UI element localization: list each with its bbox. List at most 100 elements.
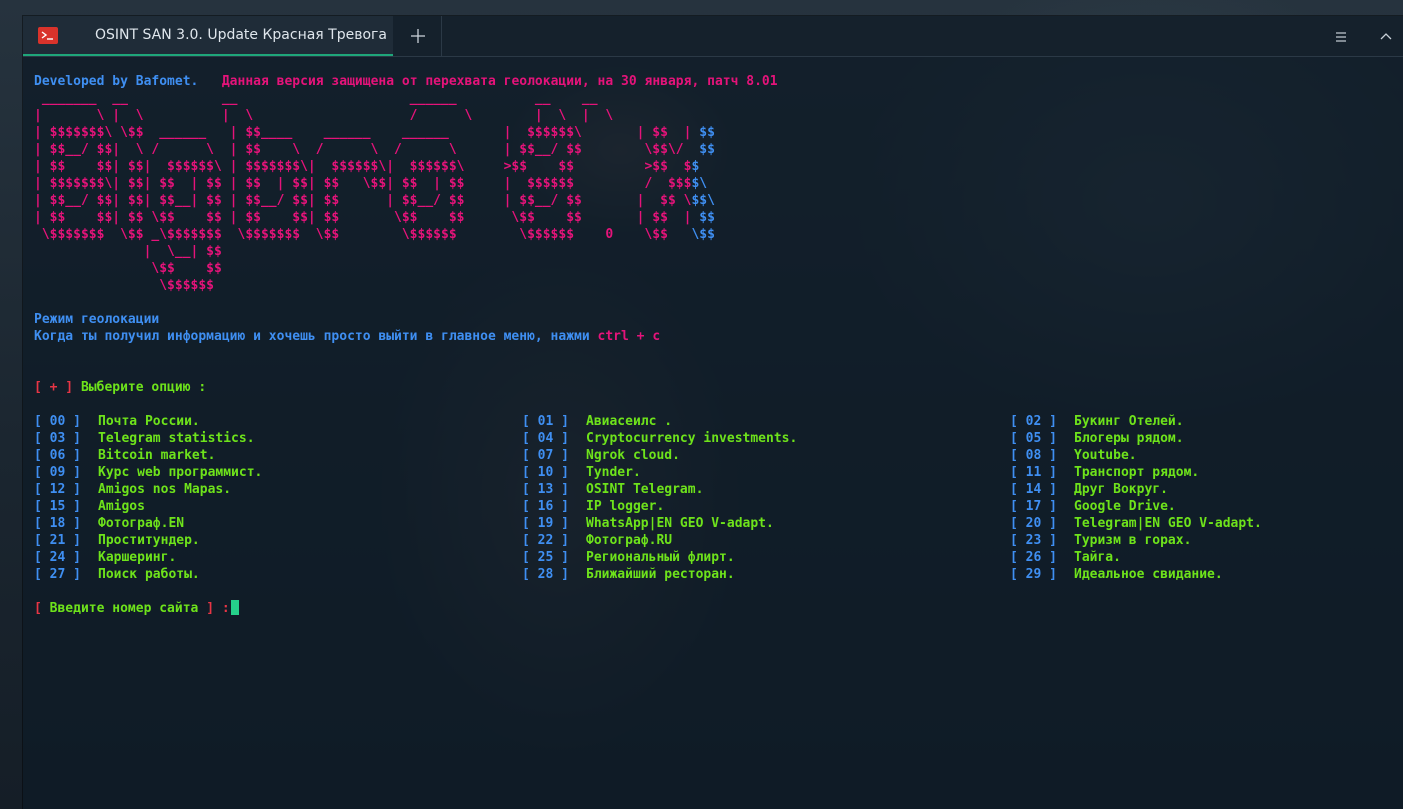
ascii-banner-row: \$$ $$ [34,260,221,277]
menu-option[interactable]: [ 02 ] Букинг Отелей. [1010,413,1184,430]
menu-option[interactable]: [ 22 ] Фотограф.RU [522,532,672,549]
option-label: Youtube. [1074,448,1137,463]
menu-option[interactable]: [ 19 ] WhatsApp|EN GEO V-adapt. [522,515,774,532]
menu-option[interactable]: [ 14 ] Друг Вокруг. [1010,481,1168,498]
menu-option[interactable]: [ 18 ] Фотограф.EN [34,515,184,532]
menu-option[interactable]: [ 10 ] Tynder. [522,464,641,481]
menu-option[interactable]: [ 01 ] Авиасеилс . [522,413,672,430]
option-label: Cryptocurrency investments. [586,431,798,446]
ascii-banner-row: \$$$$$$$ \$$ _\$$$$$$$ \$$$$$$$ \$$ \$$$… [34,226,715,243]
option-label: Фотограф.RU [586,533,673,548]
ascii-banner-segment: $$ [691,142,715,157]
option-number: [ 26 ] [1010,550,1057,565]
terminal-window: OSINT SAN 3.0. Update Красная Тревога De… [23,16,1403,809]
menu-option[interactable]: [ 13 ] OSINT Telegram. [522,481,703,498]
menu-option[interactable]: [ 15 ] Amigos [34,498,145,515]
option-label: Amigos nos Mapas. [98,482,232,497]
mode-title: Режим геолокации [34,312,160,327]
option-number: [ 28 ] [522,567,569,582]
menu-button[interactable] [1329,28,1353,46]
option-label: Ближайший ресторан. [586,567,735,582]
option-number: [ 04 ] [522,431,569,446]
menu-option[interactable]: [ 24 ] Каршеринг. [34,549,176,566]
option-number: [ 15 ] [34,499,81,514]
ascii-banner-segment: $$ [691,210,715,225]
option-number: [ 24 ] [34,550,81,565]
ascii-banner-row: | $$__/ $$| \ / \ | $$ \ / \ / \ | $$__/… [34,141,715,158]
ascii-banner-segment: | $$__/ $$| \ / \ | $$ \ / \ / \ | $$__/… [34,142,692,157]
ascii-banner-segment: _______ __ __ ______ __ __ [34,91,598,106]
option-label: Bitcoin market. [98,448,216,463]
hamburger-menu-icon [1336,32,1346,42]
menu-option[interactable]: [ 27 ] Поиск работы. [34,566,200,583]
option-label: Tynder. [586,465,641,480]
menu-option[interactable]: [ 20 ] Telegram|EN GEO V-adapt. [1010,515,1262,532]
developer-credit: Developed by Bafomet. [34,74,199,89]
option-number: [ 19 ] [522,516,569,531]
option-number: [ 09 ] [34,465,81,480]
option-number: [ 22 ] [522,533,569,548]
menu-option[interactable]: [ 28 ] Ближайший ресторан. [522,566,735,583]
menu-option[interactable]: [ 29 ] Идеальное свидание. [1010,566,1223,583]
menu-option[interactable]: [ 23 ] Туризм в горах. [1010,532,1191,549]
protection-notice: Данная версия защищена от перехвата геол… [221,74,778,89]
menu-option[interactable]: [ 03 ] Telegram statistics. [34,430,255,447]
terminal-output[interactable]: Developed by Bafomet. Данная версия защи… [34,70,1394,790]
menu-option[interactable]: [ 25 ] Региональный флирт. [522,549,735,566]
ascii-banner-row: \$$$$$$ [34,277,214,294]
ascii-banner-segment: | \ | \ | \ / \ | \ | \ [34,108,614,123]
option-number: [ 10 ] [522,465,569,480]
input-prompt-text: Введите номер сайта [49,601,199,616]
option-label: Почта России. [98,414,200,429]
tab-title: OSINT SAN 3.0. Update Красная Тревога [95,27,387,43]
option-number: [ 11 ] [1010,465,1057,480]
menu-option[interactable]: [ 11 ] Транспорт рядом. [1010,464,1199,481]
ascii-banner-row: | $$$$$$$\| $$| $$ | $$ | $$ | $$| $$ \$… [34,175,707,192]
menu-option[interactable]: [ 05 ] Блогеры рядом. [1010,430,1184,447]
menu-option[interactable]: [ 21 ] Проститундер. [34,532,200,549]
menu-option[interactable]: [ 09 ] Курс web программист. [34,464,262,481]
option-number: [ 05 ] [1010,431,1057,446]
ascii-banner-segment: | $$__/ $$| $$| $$__| $$ | $$__/ $$| $$ … [34,193,692,208]
text-cursor[interactable] [230,600,239,615]
ascii-banner-row: | $$$$$$$\ \$$ ______ | $$____ ______ __… [34,124,715,141]
new-tab-button[interactable] [395,16,442,56]
menu-option[interactable]: [ 26 ] Тайга. [1010,549,1121,566]
option-label: Блогеры рядом. [1074,431,1184,446]
option-label: Курс web программист. [98,465,263,480]
option-label: Туризм в горах. [1074,533,1192,548]
exit-hotkey: ctrl + c [597,329,661,344]
menu-option[interactable]: [ 00 ] Почта России. [34,413,200,430]
option-number: [ 14 ] [1010,482,1057,497]
menu-option[interactable]: [ 12 ] Amigos nos Mapas. [34,481,231,498]
menu-option[interactable]: [ 04 ] Cryptocurrency investments. [522,430,797,447]
ascii-banner-segment: | $$ $$| $$| $$$$$$\ | $$$$$$$\| $$$$$$\… [34,159,692,174]
input-prompt[interactable]: [ Введите номер сайта ] : [34,600,239,617]
ascii-banner-segment: | $$$$$$$\ \$$ ______ | $$____ ______ __… [34,125,692,140]
option-number: [ 02 ] [1010,414,1057,429]
menu-option[interactable]: [ 07 ] Ngrok cloud. [522,447,680,464]
option-prompt: [ + ] Выберите опцию : [34,379,206,396]
option-label: Региональный флирт. [586,550,735,565]
ascii-banner-segment: | \__| $$ [34,244,222,259]
option-number: [ 17 ] [1010,499,1057,514]
menu-option[interactable]: [ 17 ] Google Drive. [1010,498,1176,515]
ascii-banner-segment: $$\ [691,193,715,208]
title-bar: OSINT SAN 3.0. Update Красная Тревога [23,16,1403,57]
menu-option[interactable]: [ 16 ] IP logger. [522,498,664,515]
option-label: Ngrok cloud. [586,448,680,463]
terminal-tab[interactable]: OSINT SAN 3.0. Update Красная Тревога [23,16,393,56]
ascii-banner-segment: \$$ [691,227,715,242]
menu-option[interactable]: [ 08 ] Youtube. [1010,447,1137,464]
option-number: [ 12 ] [34,482,81,497]
ascii-banner-row: | $$__/ $$| $$| $$__| $$ | $$__/ $$| $$ … [34,192,715,209]
menu-option[interactable]: [ 06 ] Bitcoin market. [34,447,215,464]
terminal-icon [38,27,58,44]
collapse-button[interactable] [1375,28,1397,46]
option-number: [ 01 ] [522,414,569,429]
option-label: Транспорт рядом. [1074,465,1200,480]
option-number: [ 00 ] [34,414,81,429]
option-number: [ 20 ] [1010,516,1057,531]
ascii-banner-row: _______ __ __ ______ __ __ [34,90,598,107]
header-line: Developed by Bafomet. Данная версия защи… [34,73,778,90]
